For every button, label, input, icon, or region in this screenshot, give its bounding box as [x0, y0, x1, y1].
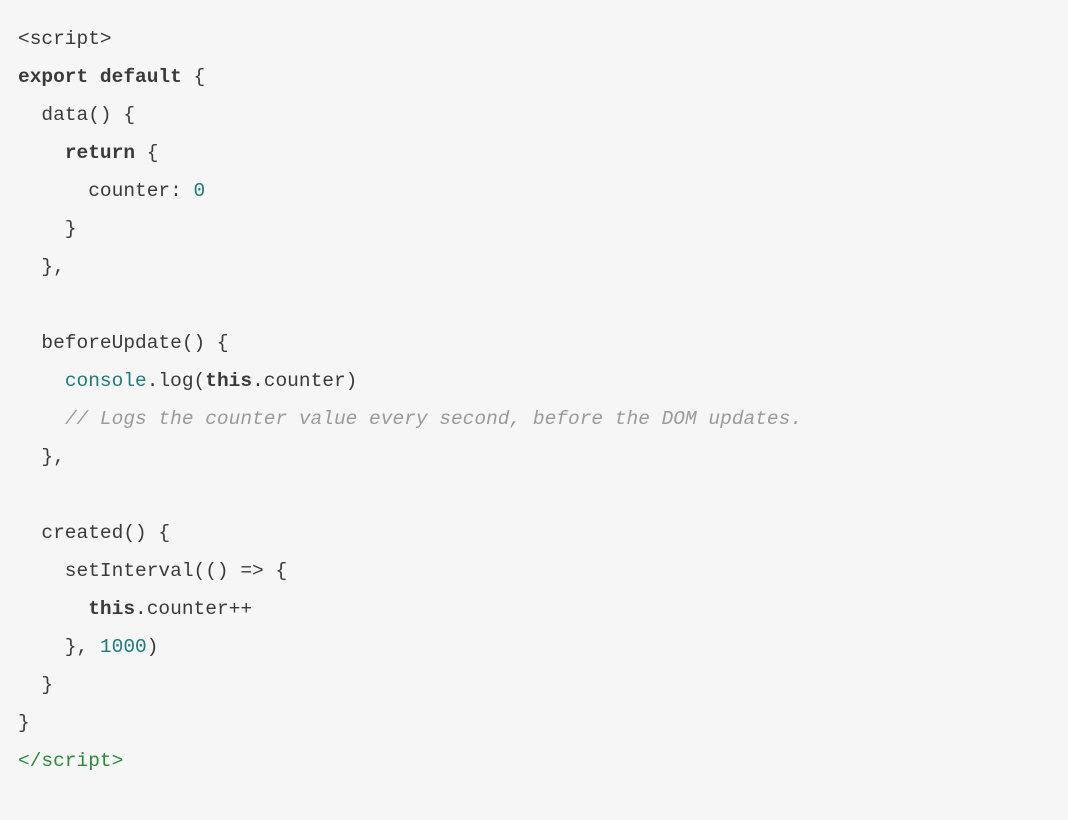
code-line: }: [18, 218, 77, 240]
code-line: <script>: [18, 28, 112, 50]
keyword-export: export: [18, 66, 88, 88]
comment: // Logs the counter value every second, …: [65, 408, 802, 430]
code-block: <script> export default { data() { retur…: [18, 20, 1050, 780]
number-literal: 0: [194, 180, 206, 202]
keyword-return: return: [65, 142, 135, 164]
console-object: console: [65, 370, 147, 392]
code-line: beforeUpdate() {: [18, 332, 229, 354]
keyword-this: this: [88, 598, 135, 620]
keyword-default: default: [100, 66, 182, 88]
code-line: created() {: [18, 522, 170, 544]
keyword-this: this: [205, 370, 252, 392]
code-line: data() {: [18, 104, 135, 126]
number-literal: 1000: [100, 636, 147, 658]
code-line: }: [18, 674, 53, 696]
code-line: }: [18, 712, 30, 734]
code-line: setInterval(() => {: [18, 560, 287, 582]
code-line: },: [18, 256, 65, 278]
closing-script-tag: </script>: [18, 750, 123, 772]
code-line: },: [18, 446, 65, 468]
